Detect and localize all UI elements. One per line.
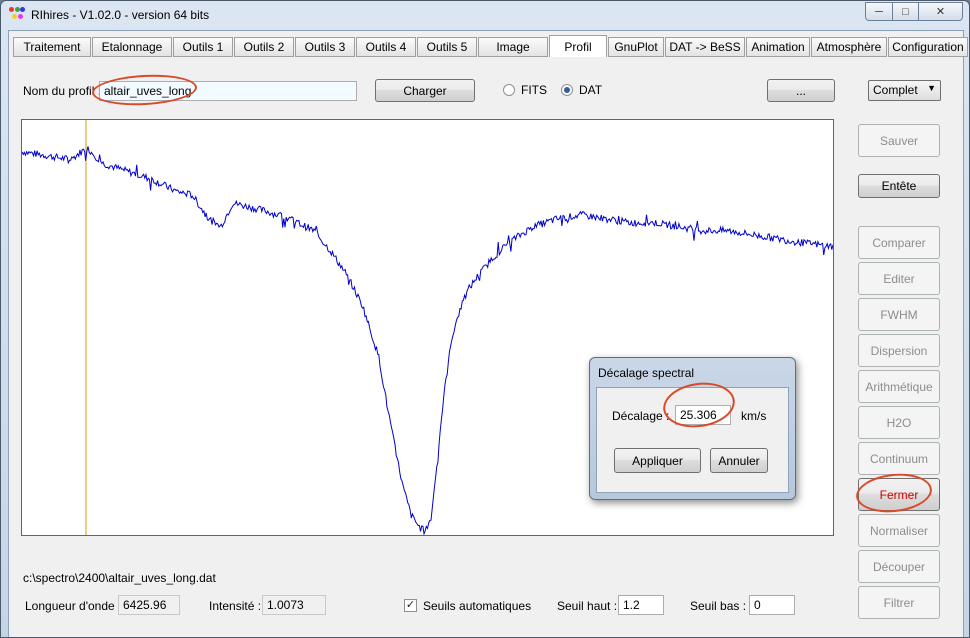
app-logo-icon: [9, 7, 25, 23]
dat-radio[interactable]: [561, 84, 573, 96]
wavelength-label: Longueur d'onde :: [25, 599, 122, 613]
chevron-down-icon: ▼: [927, 83, 936, 93]
tab-dat-bess[interactable]: DAT -> BeSS: [665, 37, 745, 57]
minimize-button[interactable]: ─: [865, 2, 893, 21]
intensity-value: 1.0073: [262, 595, 326, 615]
tab-outils-4[interactable]: Outils 4: [356, 37, 416, 57]
mode-select-value: Complet: [873, 83, 918, 97]
auto-thresholds-label: Seuils automatiques: [423, 599, 532, 613]
mode-select[interactable]: Complet ▼: [868, 80, 941, 101]
spectral-shift-dialog: Décalage spectral Décalage : 25.306 km/s…: [589, 357, 796, 500]
high-threshold-label: Seuil haut :: [557, 599, 618, 613]
profile-name-label: Nom du profil :: [23, 84, 102, 98]
dispersion-button[interactable]: Dispersion: [858, 334, 940, 367]
low-threshold-label: Seuil bas :: [690, 599, 747, 613]
continuum-button[interactable]: Continuum: [858, 442, 940, 475]
maximize-button[interactable]: □: [893, 2, 919, 21]
tab-etalonnage[interactable]: Etalonnage: [92, 37, 172, 57]
fits-radio-label: FITS: [521, 83, 547, 97]
dat-radio-label: DAT: [579, 83, 603, 97]
tab-gnuplot[interactable]: GnuPlot: [608, 37, 664, 57]
shift-input[interactable]: 25.306: [675, 405, 731, 425]
tab-outils-5[interactable]: Outils 5: [417, 37, 477, 57]
tab-bar: Traitement Etalonnage Outils 1 Outils 2 Outi…: [13, 35, 969, 59]
window-title: RIhires - V1.02.0 - version 64 bits: [31, 8, 210, 22]
dialog-title: Décalage spectral: [598, 366, 695, 380]
tab-outils-1[interactable]: Outils 1: [173, 37, 233, 57]
editer-button[interactable]: Editer: [858, 262, 940, 295]
auto-thresholds-checkbox[interactable]: ✓: [404, 599, 417, 612]
apply-button[interactable]: Appliquer: [614, 448, 701, 473]
tab-image[interactable]: Image: [478, 37, 548, 57]
high-threshold-input[interactable]: 1.2: [618, 595, 664, 615]
fwhm-button[interactable]: FWHM: [858, 298, 940, 331]
main-panel: Traitement Etalonnage Outils 1 Outils 2 Outi…: [8, 30, 968, 637]
file-path: c:\spectro\2400\altair_uves_long.dat: [23, 571, 216, 585]
cancel-button[interactable]: Annuler: [710, 448, 768, 473]
tab-profil[interactable]: Profil: [549, 35, 607, 57]
shift-unit: km/s: [741, 409, 767, 423]
arithmetique-button[interactable]: Arithmétique: [858, 370, 940, 403]
app-window: RIhires - V1.02.0 - version 64 bits ─ □ …: [0, 0, 970, 638]
tab-traitement[interactable]: Traitement: [13, 37, 91, 57]
tab-outils-3[interactable]: Outils 3: [295, 37, 355, 57]
fits-radio[interactable]: [503, 84, 515, 96]
intensity-label: Intensité :: [209, 599, 262, 613]
minimize-icon: ─: [875, 5, 883, 18]
profile-name-input[interactable]: altair_uves_long: [99, 81, 357, 101]
tab-animation[interactable]: Animation: [746, 37, 810, 57]
entete-button[interactable]: Entête: [858, 174, 940, 198]
tab-outils-2[interactable]: Outils 2: [234, 37, 294, 57]
tab-configuration[interactable]: Configuration: [888, 37, 968, 57]
close-icon: ✕: [935, 6, 946, 18]
h2o-button[interactable]: H2O: [858, 406, 940, 439]
filtrer-button[interactable]: Filtrer: [858, 586, 940, 619]
low-threshold-input[interactable]: 0: [749, 595, 795, 615]
load-button[interactable]: Charger: [375, 79, 475, 102]
browse-button[interactable]: ...: [767, 79, 835, 102]
normaliser-button[interactable]: Normaliser: [858, 514, 940, 547]
close-window-button[interactable]: ✕: [919, 2, 963, 21]
wavelength-value: 6425.96: [118, 595, 180, 615]
comparer-button[interactable]: Comparer: [858, 226, 940, 259]
sauver-button[interactable]: Sauver: [858, 124, 940, 157]
fermer-button[interactable]: Fermer: [858, 478, 940, 511]
decouper-button[interactable]: Découper: [858, 550, 940, 583]
dialog-body: Décalage : 25.306 km/s Appliquer Annuler: [596, 387, 789, 493]
tab-atmosph-re[interactable]: Atmosphère: [811, 37, 887, 57]
shift-label: Décalage :: [612, 409, 670, 423]
title-bar[interactable]: RIhires - V1.02.0 - version 64 bits ─ □ …: [1, 1, 969, 29]
checkmark-icon: ✓: [405, 599, 416, 611]
maximize-icon: □: [902, 5, 909, 18]
